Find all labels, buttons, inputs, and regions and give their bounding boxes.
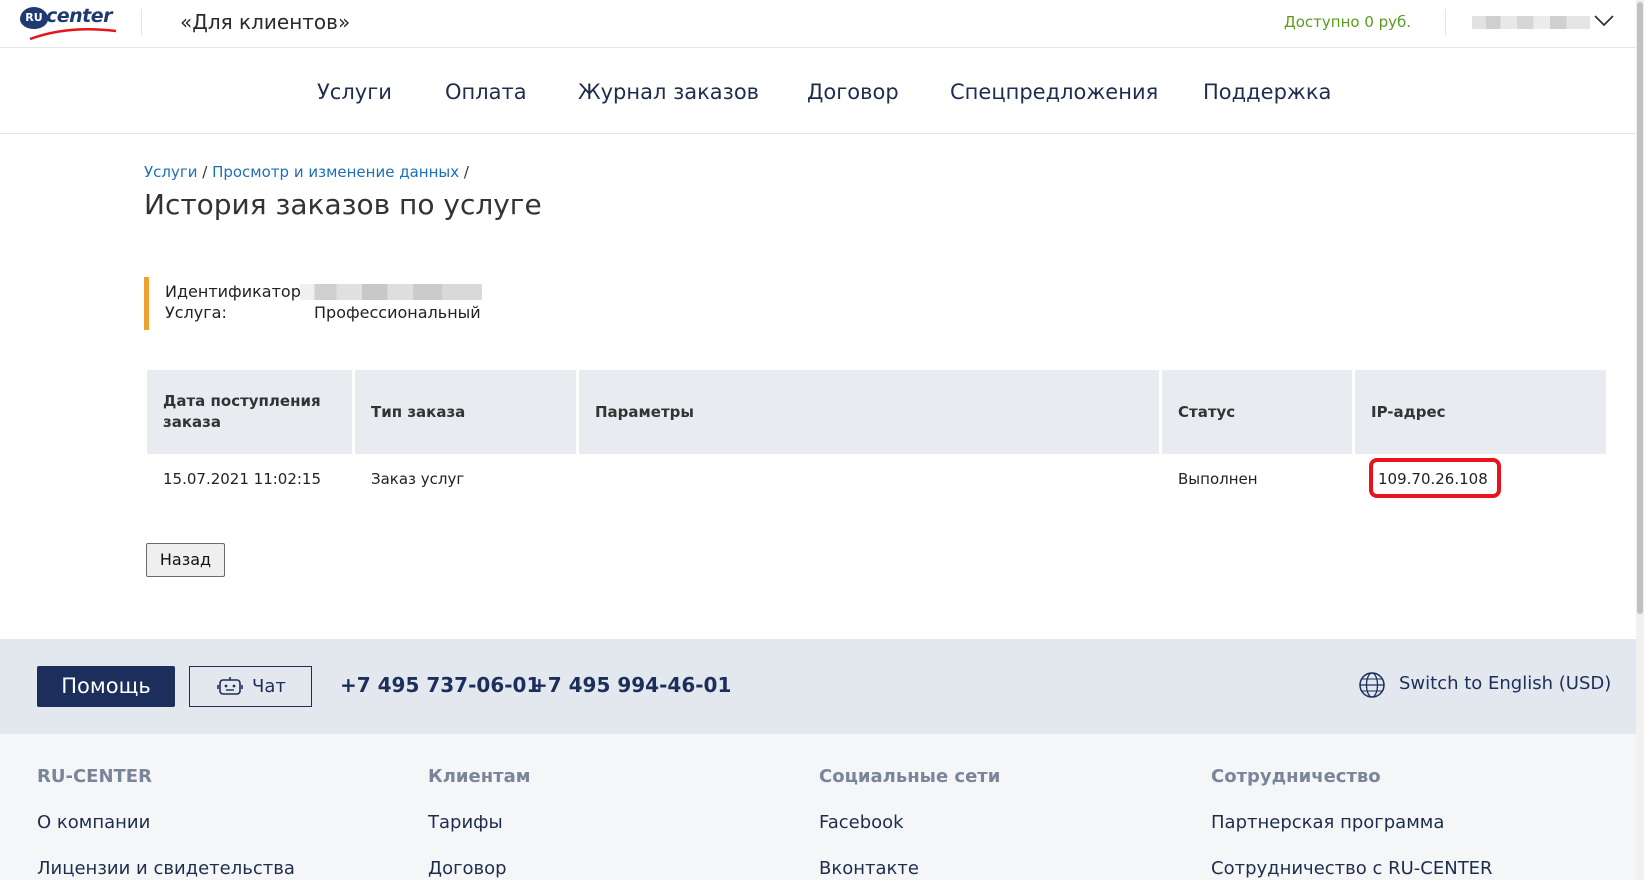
chat-button-label: Чат <box>252 676 286 697</box>
main-nav: Услуги Оплата Журнал заказов Договор Спе… <box>0 48 1644 134</box>
breadcrumb-separator: / <box>459 163 469 181</box>
divider <box>1445 9 1446 35</box>
globe-icon <box>1359 672 1385 698</box>
logo-swoosh-icon <box>29 27 117 41</box>
footer: RU-CENTER О компании Лицензии и свидетел… <box>0 734 1636 880</box>
footer-link-facebook[interactable]: Facebook <box>819 812 904 833</box>
help-button[interactable]: Помощь <box>37 666 175 707</box>
nav-item-support[interactable]: Поддержка <box>1203 80 1331 104</box>
service-value: Профессиональный <box>314 303 481 322</box>
ru-center-logo[interactable]: RU center <box>20 5 117 41</box>
page-title: История заказов по услуге <box>144 188 542 221</box>
chat-button[interactable]: Чат <box>189 666 312 707</box>
user-name-redacted[interactable] <box>1472 16 1590 29</box>
nav-item-special-offers[interactable]: Спецпредложения <box>950 80 1158 104</box>
footer-link-vkontakte[interactable]: Вконтакте <box>819 858 919 879</box>
identifier-value-redacted <box>300 284 482 300</box>
cell-status: Выполнен <box>1178 470 1258 488</box>
breadcrumb: Услуги / Просмотр и изменение данных / <box>144 163 469 181</box>
logo-ru-badge: RU <box>20 7 48 29</box>
footer-heading-ru-center: RU-CENTER <box>37 766 152 787</box>
footer-link-about[interactable]: О компании <box>37 812 150 833</box>
chat-bot-icon <box>217 677 243 695</box>
chevron-down-icon[interactable] <box>1593 12 1615 28</box>
language-switch-label: Switch to English (USD) <box>1399 673 1612 694</box>
column-header-date: Дата поступления заказа <box>147 370 352 454</box>
breadcrumb-link-services[interactable]: Услуги <box>144 163 197 181</box>
info-accent-bar <box>144 277 149 330</box>
nav-item-orders-journal[interactable]: Журнал заказов <box>578 80 759 104</box>
divider <box>141 9 142 35</box>
footer-link-partner-program[interactable]: Партнерская программа <box>1211 812 1444 833</box>
breadcrumb-separator: / <box>197 163 213 181</box>
breadcrumb-link-view-edit[interactable]: Просмотр и изменение данных <box>212 163 459 181</box>
footer-link-contract[interactable]: Договор <box>428 858 507 879</box>
cell-date: 15.07.2021 11:02:15 <box>163 470 322 488</box>
scrollbar-thumb[interactable] <box>1637 2 1643 614</box>
top-bar: RU center «Для клиентов» Доступно 0 руб. <box>0 0 1644 48</box>
footer-link-tariffs[interactable]: Тарифы <box>428 812 503 833</box>
service-label: Услуга: <box>165 303 227 322</box>
back-button[interactable]: Назад <box>146 543 225 577</box>
balance-text[interactable]: Доступно 0 руб. <box>1284 13 1411 31</box>
footer-heading-social: Социальные сети <box>819 766 1001 787</box>
footer-link-licenses[interactable]: Лицензии и свидетельства <box>37 858 295 879</box>
page-scrollbar[interactable] <box>1636 0 1644 880</box>
cell-order-type: Заказ услуг <box>371 470 465 488</box>
nav-item-contract[interactable]: Договор <box>807 80 899 104</box>
column-header-parameters: Параметры <box>579 370 1159 454</box>
column-header-ip: IP-адрес <box>1355 370 1606 454</box>
footer-heading-clients: Клиентам <box>428 766 531 787</box>
ip-highlight-box <box>1369 458 1501 498</box>
footer-contact-strip: Помощь Чат +7 495 737-06-01 +7 495 994-4… <box>0 639 1636 734</box>
phone-link-1[interactable]: +7 495 737-06-01 <box>340 673 540 697</box>
footer-link-cooperation[interactable]: Сотрудничество с RU-CENTER <box>1211 858 1493 879</box>
nav-item-services[interactable]: Услуги <box>317 80 392 104</box>
client-area-title[interactable]: «Для клиентов» <box>180 10 350 34</box>
phone-link-2[interactable]: +7 495 994-46-01 <box>531 673 731 697</box>
nav-item-payment[interactable]: Оплата <box>445 80 527 104</box>
column-header-order-type: Тип заказа <box>355 370 576 454</box>
column-header-status: Статус <box>1162 370 1352 454</box>
footer-heading-cooperation: Сотрудничество <box>1211 766 1381 787</box>
identifier-label: Идентификатор <box>165 282 301 301</box>
logo-center-text: center <box>46 5 113 27</box>
